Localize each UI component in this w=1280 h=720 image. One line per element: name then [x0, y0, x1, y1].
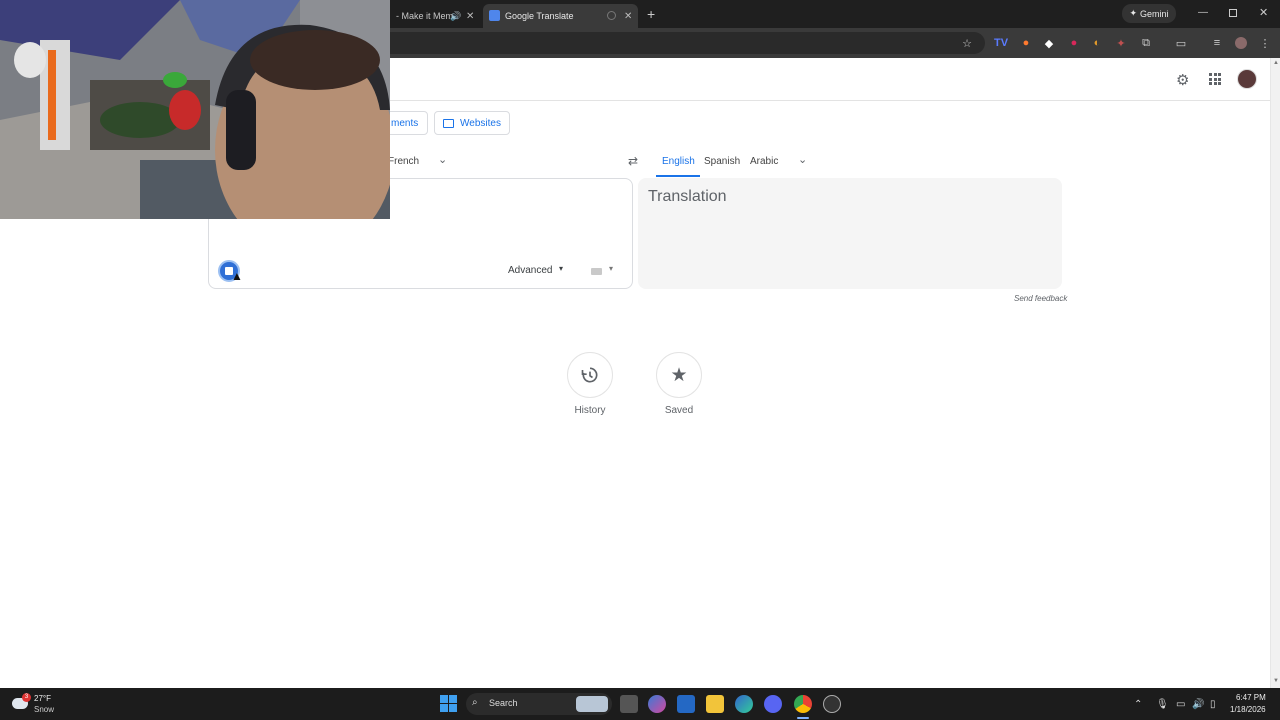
target-lang-spanish[interactable]: Spanish: [704, 156, 740, 167]
saved-button[interactable]: ★: [656, 352, 702, 398]
clock-time[interactable]: 6:47 PM: [1236, 693, 1266, 702]
speaker-icon: 🔊: [450, 10, 462, 21]
active-tab-underline: [656, 175, 700, 177]
file-explorer-icon[interactable]: [706, 695, 724, 713]
close-icon[interactable]: ✕: [624, 11, 632, 22]
sparkle-icon: ✦: [1129, 8, 1138, 18]
screen: - Make it Mem 🔊 ✕ Google Translate ✕ + ✦…: [0, 0, 1280, 720]
clock-date[interactable]: 1/18/2026: [1230, 705, 1266, 714]
minimize-icon[interactable]: —: [1198, 7, 1208, 18]
extension-bird-icon[interactable]: ✦: [1113, 35, 1129, 51]
scroll-up-icon[interactable]: ▲: [1273, 60, 1279, 66]
search-label: Search: [489, 698, 518, 708]
tab-make-it-mem[interactable]: - Make it Mem 🔊 ✕: [390, 4, 480, 28]
discord-icon[interactable]: [764, 695, 782, 713]
search-icon: ⌕: [472, 697, 478, 708]
send-feedback-link[interactable]: Send feedback: [1014, 294, 1067, 303]
profile-avatar-icon[interactable]: [1233, 35, 1249, 51]
mode-documents-label: ments: [391, 117, 419, 129]
battery-icon[interactable]: ▯: [1210, 699, 1216, 710]
chevron-down-icon[interactable]: ⌄: [798, 153, 807, 166]
new-tab-button[interactable]: +: [647, 6, 655, 22]
source-lang-french[interactable]: French: [388, 156, 419, 167]
swap-languages-icon[interactable]: ⇄: [628, 154, 638, 168]
network-icon[interactable]: ▭: [1176, 699, 1185, 710]
history-label: History: [574, 405, 606, 416]
settings-gear-icon[interactable]: ⚙: [1176, 71, 1189, 89]
extension-yellow-icon[interactable]: ◐: [1089, 35, 1105, 51]
target-lang-arabic[interactable]: Arabic: [750, 156, 778, 167]
windows-taskbar: 3 27°F Snow ⌕ Search ⌃ 🎙 ▭ 🔊 ▯ 6:47 PM 1…: [0, 688, 1280, 720]
volume-icon[interactable]: 🔊: [1192, 699, 1204, 710]
extension-orange-icon[interactable]: ●: [1018, 35, 1034, 51]
gemini-button[interactable]: ✦ Gemini: [1122, 4, 1176, 23]
page-scrollbar[interactable]: ▲ ▼: [1270, 58, 1280, 688]
caret-down-icon[interactable]: ▾: [609, 264, 613, 273]
advanced-label[interactable]: Advanced: [508, 265, 552, 276]
translation-placeholder: Translation: [648, 188, 727, 205]
history-button[interactable]: [567, 352, 613, 398]
outlook-icon[interactable]: [677, 695, 695, 713]
obs-icon[interactable]: [823, 695, 841, 713]
mode-websites-button[interactable]: Websites: [434, 111, 510, 135]
web-page-icon: [443, 118, 454, 128]
history-clock-icon: [581, 367, 598, 383]
account-avatar[interactable]: [1237, 69, 1257, 89]
chevron-down-icon[interactable]: ⌄: [438, 153, 447, 166]
restore-icon[interactable]: [1229, 9, 1237, 17]
edge-icon[interactable]: [735, 695, 753, 713]
chrome-active-indicator: [797, 717, 809, 719]
mode-websites-label: Websites: [460, 117, 501, 129]
copilot-icon[interactable]: [648, 695, 666, 713]
mouse-cursor-icon: ▲: [231, 269, 243, 283]
weather-condition: Snow: [34, 705, 55, 714]
microphone-icon[interactable]: 🎙: [1156, 699, 1169, 710]
tab-google-translate[interactable]: Google Translate ✕: [483, 4, 638, 28]
gemini-label: Gemini: [1140, 8, 1169, 19]
weather-temp: 27°F: [34, 694, 51, 703]
tray-overflow-icon[interactable]: ⌃: [1134, 699, 1142, 710]
webcam-overlay: [0, 0, 390, 219]
extensions-puzzle-icon[interactable]: ⧉: [1138, 35, 1154, 51]
extension-diamond-icon[interactable]: ◆: [1041, 35, 1057, 51]
translate-favicon-icon: [489, 10, 500, 21]
target-lang-english[interactable]: English: [662, 156, 695, 167]
tab-title: - Make it Mem: [396, 11, 454, 21]
translation-box: Translation: [638, 178, 1062, 289]
task-view-icon[interactable]: [620, 695, 638, 713]
search-highlight-image: [576, 696, 608, 712]
media-control-icon[interactable]: ≡: [1209, 35, 1225, 51]
extension-tv-icon[interactable]: TV: [993, 35, 1009, 51]
star-icon: ★: [670, 364, 688, 386]
webcam-feed-image: [0, 0, 390, 219]
keyboard-icon[interactable]: [591, 268, 602, 275]
bookmark-star-icon[interactable]: ☆: [959, 35, 975, 51]
close-icon[interactable]: ✕: [466, 11, 474, 22]
windows-start-icon[interactable]: [440, 695, 458, 713]
close-window-icon[interactable]: ✕: [1259, 6, 1268, 19]
apps-grid-icon[interactable]: [1209, 73, 1221, 85]
caret-down-icon[interactable]: ▾: [559, 264, 563, 273]
cast-icon[interactable]: ▭: [1173, 35, 1189, 51]
extension-red-icon[interactable]: ●: [1066, 35, 1082, 51]
scroll-down-icon[interactable]: ▼: [1273, 678, 1279, 684]
taskbar-search-box[interactable]: ⌕ Search: [466, 693, 612, 715]
menu-kebab-icon[interactable]: ⋮: [1257, 35, 1273, 51]
weather-widget[interactable]: 3 27°F Snow: [8, 692, 68, 716]
tab-title: Google Translate: [505, 11, 574, 21]
loading-icon: [607, 11, 616, 20]
saved-label: Saved: [664, 405, 694, 416]
weather-badge: 3: [22, 693, 31, 702]
chrome-icon[interactable]: [794, 695, 812, 713]
